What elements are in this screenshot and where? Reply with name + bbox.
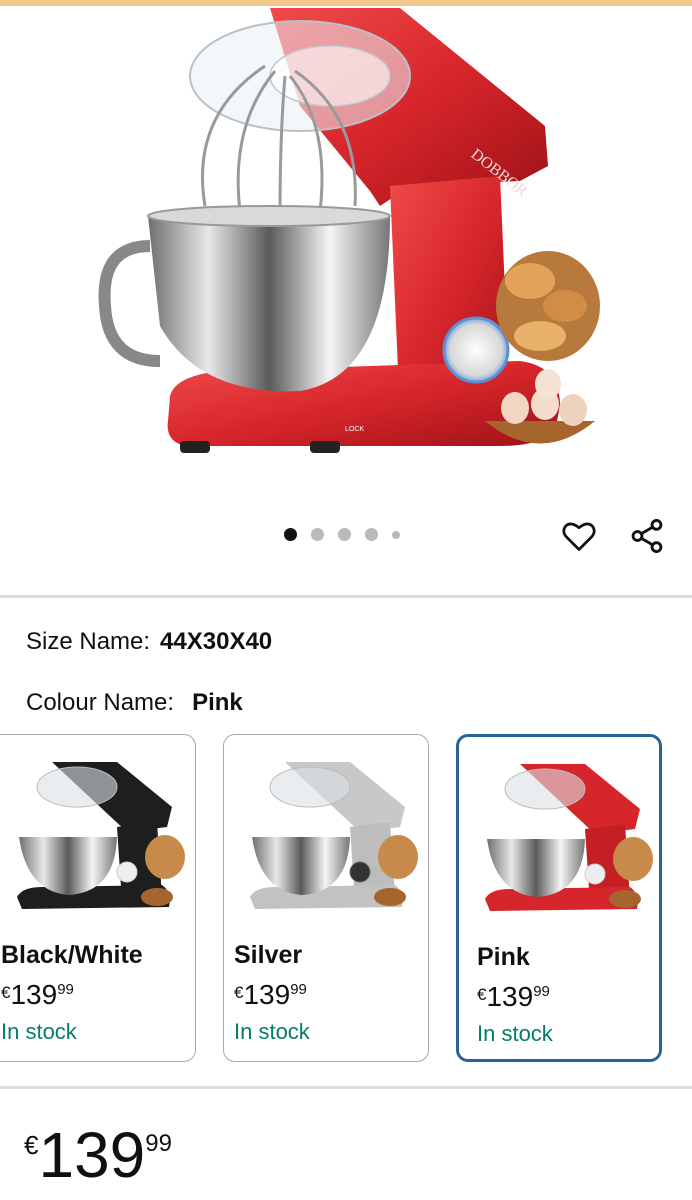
size-name-value: 44X30X40 (160, 628, 273, 655)
image-carousel-dots[interactable] (284, 528, 414, 541)
variant-thumbnail (250, 762, 418, 909)
variant-thumbnail (17, 762, 185, 909)
variant-stock-status: In stock (234, 1019, 310, 1044)
svg-text:LOCK: LOCK (345, 426, 364, 433)
product-price: €13999 (24, 1119, 172, 1191)
variant-name: Pink (477, 943, 530, 971)
size-name-label: Size Name: (26, 628, 151, 655)
share-icon[interactable] (628, 517, 666, 555)
variant-price: €13999 (477, 981, 550, 1012)
variant-card-silver[interactable]: Silver €13999 In stock (223, 734, 429, 1062)
variant-name: Silver (234, 941, 303, 969)
variant-price: €13999 (234, 979, 307, 1010)
variant-card-black-white[interactable]: Black/White €13999 In stock (0, 734, 196, 1062)
product-image[interactable]: DOBBOR LOCK (0, 6, 692, 506)
colour-name-label: Colour Name: (26, 689, 175, 716)
carousel-dot-1[interactable] (284, 528, 297, 541)
colour-name-value: Pink (192, 689, 243, 716)
variant-thumbnail (485, 764, 653, 911)
size-name-row: Size Name: 44X30X40 (26, 628, 272, 656)
carousel-dot-4[interactable] (365, 528, 378, 541)
carousel-dot-2[interactable] (311, 528, 324, 541)
variant-card-pink[interactable]: Pink €13999 In stock (456, 734, 662, 1062)
carousel-dot-3[interactable] (338, 528, 351, 541)
variant-name: Black/White (1, 941, 143, 969)
variant-stock-status: In stock (1, 1019, 77, 1044)
carousel-dot-5[interactable] (392, 530, 400, 539)
variant-price: €13999 (1, 979, 74, 1010)
divider (0, 1086, 692, 1089)
divider (0, 595, 692, 598)
colour-name-row: Colour Name: Pink (26, 689, 243, 717)
variant-stock-status: In stock (477, 1021, 553, 1046)
heart-icon[interactable] (561, 518, 597, 554)
